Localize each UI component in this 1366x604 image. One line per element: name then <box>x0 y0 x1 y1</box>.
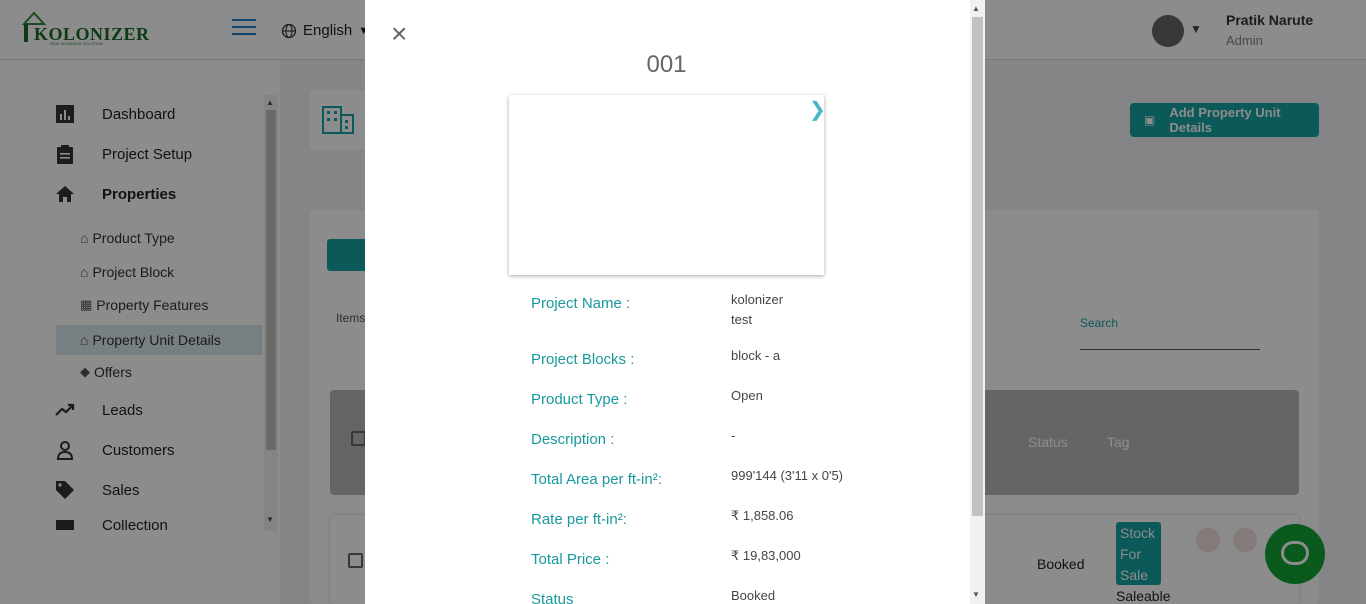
field-label-project-blocks: Project Blocks : <box>531 351 635 368</box>
field-label-project-name: Project Name : <box>531 295 631 312</box>
field-value-total-area: 999'144 (3'11 x 0'5) <box>731 468 844 483</box>
field-value-project-blocks: block - a <box>731 348 781 363</box>
field-value-total-price: ₹ 19,83,000 <box>731 548 801 563</box>
field-label-status: Status <box>531 591 574 604</box>
chevron-right-icon[interactable]: ❯ <box>809 97 826 122</box>
field-value-product-type: Open <box>731 388 763 403</box>
field-label-total-area: Total Area per ft-in²: <box>531 471 662 488</box>
property-unit-modal: × 001 ❯ Project Name : kolonizer test Pr… <box>365 0 985 604</box>
image-carousel[interactable]: ❯ <box>509 95 826 275</box>
field-label-product-type: Product Type : <box>531 391 628 408</box>
field-value-rate: ₹ 1,858.06 <box>731 508 794 523</box>
modal-title: 001 <box>646 51 687 78</box>
scroll-up-icon[interactable]: ▲ <box>972 4 980 13</box>
field-label-rate: Rate per ft-in²: <box>531 511 627 528</box>
field-label-description: Description : <box>531 431 615 448</box>
field-value-project-name: kolonizer test <box>731 292 784 327</box>
field-label-total-price: Total Price : <box>531 551 610 568</box>
modal-scroll-thumb[interactable] <box>972 17 983 516</box>
close-icon[interactable]: × <box>391 20 407 48</box>
scroll-down-icon[interactable]: ▼ <box>972 590 980 599</box>
field-value-description: - <box>731 428 736 443</box>
field-value-status: Booked <box>731 588 776 603</box>
